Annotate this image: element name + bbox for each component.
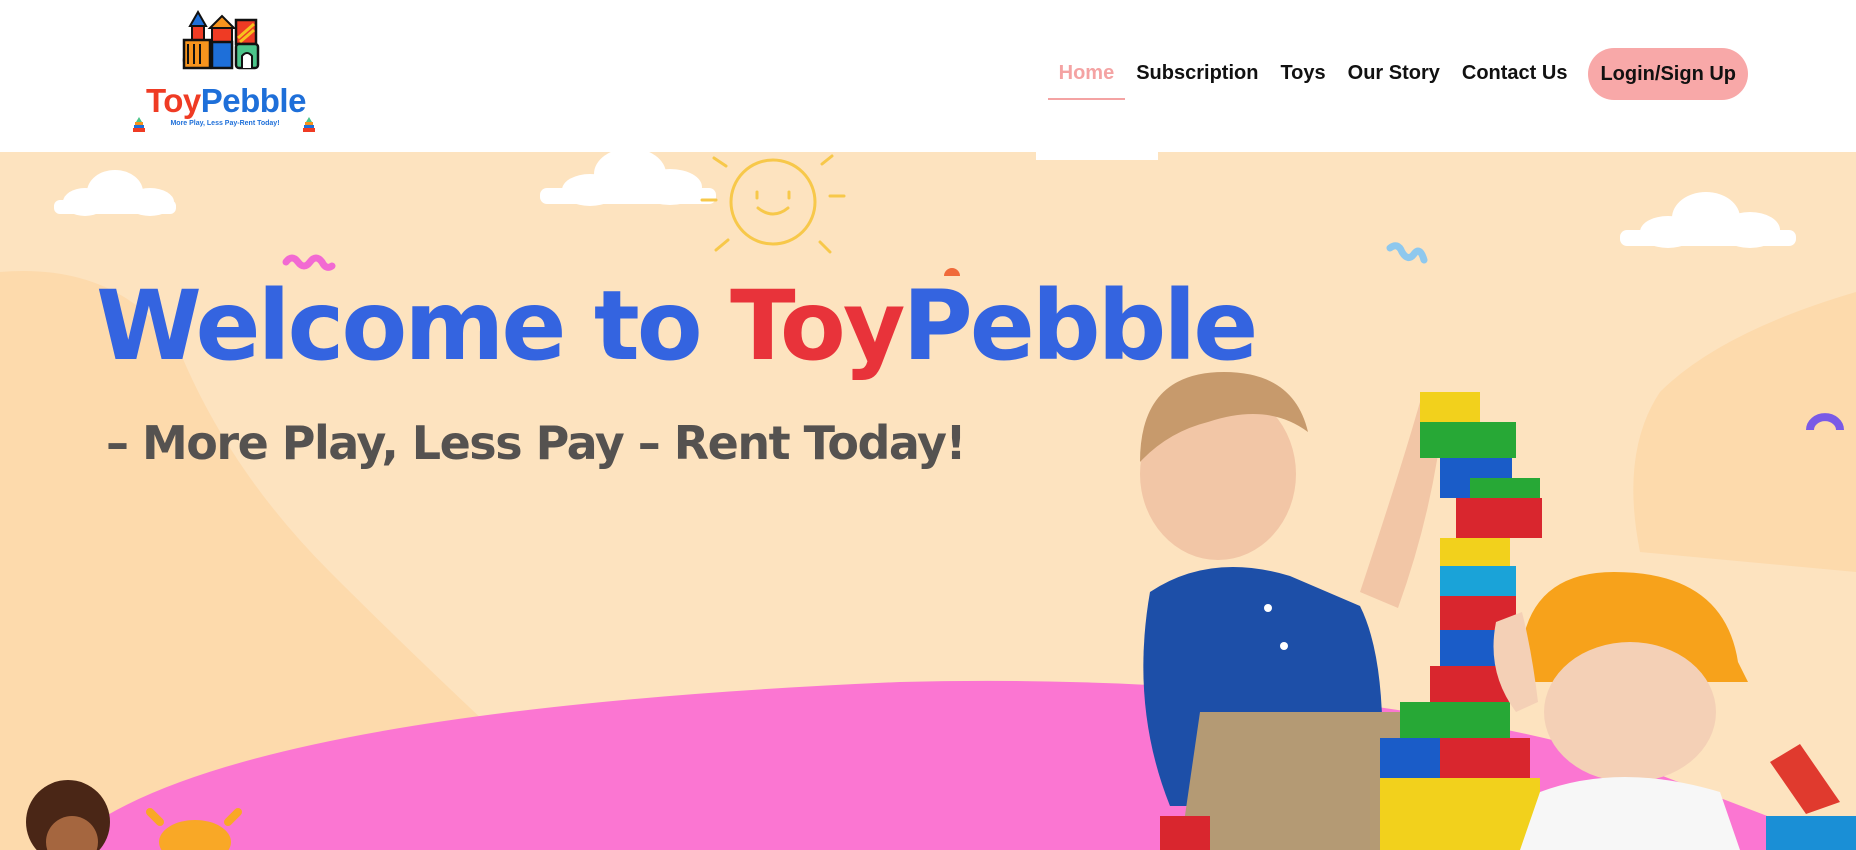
nav-contact-us[interactable]: Contact Us <box>1451 48 1579 100</box>
toy-pyramid-icon <box>133 117 145 132</box>
hero-kids-photo <box>1140 372 1856 850</box>
login-signup-button[interactable]: Login/Sign Up <box>1588 48 1748 100</box>
nav-toys[interactable]: Toys <box>1269 48 1336 100</box>
toy-block-red <box>1770 744 1840 814</box>
brand-logo[interactable]: ToyPebble More Play, Less Pay-Rent Today… <box>130 8 320 136</box>
brand-wordmark: ToyPebble <box>146 82 306 120</box>
nav-our-story[interactable]: Our Story <box>1337 48 1451 100</box>
toy-block-blue <box>1766 816 1856 850</box>
toy-pyramid-icon <box>303 117 315 132</box>
main-nav: Home Subscription Toys Our Story Contact… <box>1047 48 1748 100</box>
site-header: ToyPebble More Play, Less Pay-Rent Today… <box>0 0 1856 152</box>
nav-home[interactable]: Home <box>1047 48 1126 100</box>
brand-name-pebble: Pebble <box>200 82 307 119</box>
nav-subscription[interactable]: Subscription <box>1125 48 1269 100</box>
brand-tagline: More Play, Less Pay-Rent Today! <box>170 120 280 127</box>
hero-banner: Welcome to ToyPebble – More Play, Less P… <box>0 152 1856 850</box>
brand-name-toy: Toy <box>146 82 201 119</box>
toy-blocks-logo-icon <box>182 9 260 70</box>
toy-block-red-small <box>1160 816 1210 850</box>
